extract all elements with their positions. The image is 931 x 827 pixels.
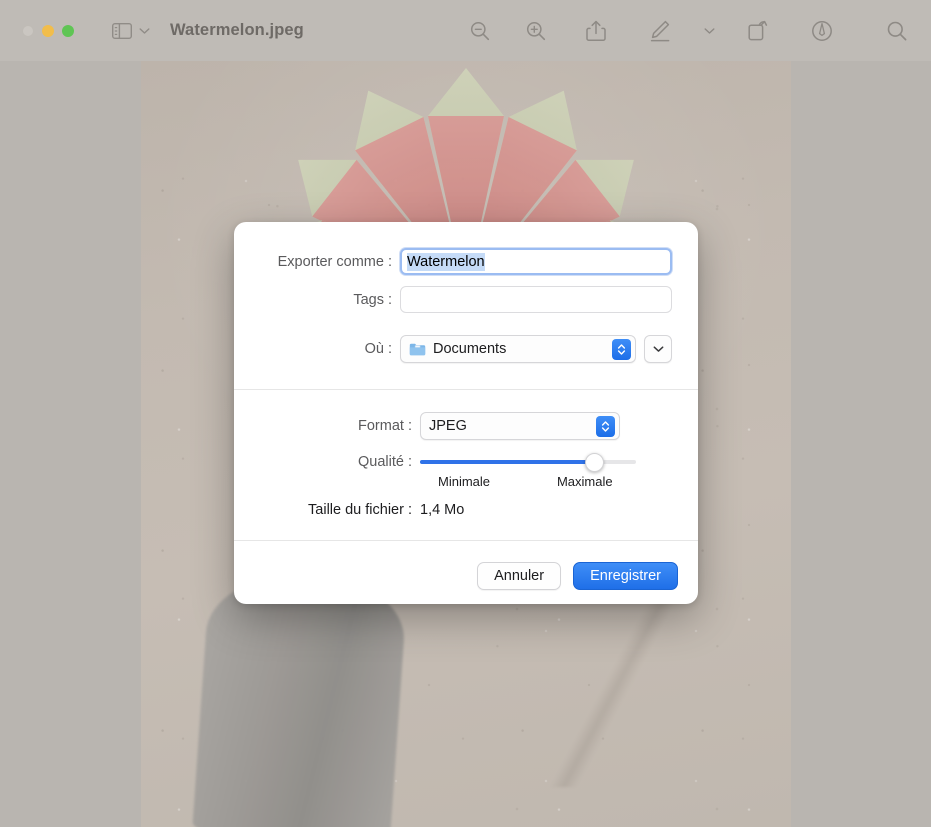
cancel-button[interactable]: Annuler xyxy=(477,562,562,590)
annotate-button[interactable] xyxy=(790,0,854,61)
sidebar-chevron-down-icon[interactable] xyxy=(139,27,150,35)
slider-thumb[interactable] xyxy=(585,452,605,472)
sidebar-toggle-group xyxy=(112,22,150,39)
export-as-value: Watermelon xyxy=(407,252,485,271)
preview-window: Watermelon.jpeg Exporter comme: Waterme… xyxy=(0,0,931,827)
markup-dropdown-button[interactable] xyxy=(692,0,726,61)
markup-button[interactable] xyxy=(628,0,692,61)
export-dialog: Exporter comme : Watermelon Tags : Où : xyxy=(234,222,698,604)
up-down-chevron-icon xyxy=(596,415,615,437)
where-label: Où : xyxy=(364,341,392,357)
chevron-down-icon xyxy=(704,27,715,35)
folder-icon xyxy=(409,342,426,356)
file-size-value: 1,4 Mo xyxy=(420,502,465,518)
quality-scale-labels: Minimale Maximale xyxy=(234,474,698,492)
ground-crack xyxy=(451,587,791,787)
zoom-out-button[interactable] xyxy=(452,0,508,61)
traffic-light-group xyxy=(22,24,74,37)
format-value: JPEG xyxy=(429,418,467,434)
zoom-in-button[interactable] xyxy=(508,0,564,61)
share-icon xyxy=(585,19,607,43)
sidebar-toggle-icon[interactable] xyxy=(112,22,132,39)
quality-min-label: Minimale xyxy=(438,474,491,489)
search-button[interactable] xyxy=(885,0,909,61)
foreground-object xyxy=(192,570,408,827)
window-titlebar: Watermelon.jpeg xyxy=(0,0,931,61)
format-popup-button[interactable]: JPEG xyxy=(420,412,620,440)
minimize-window-button[interactable] xyxy=(42,24,54,37)
format-label: Format : xyxy=(358,418,412,434)
dialog-location-section: Exporter comme : Watermelon Tags : Où : xyxy=(234,248,698,389)
format-row: Format : JPEG xyxy=(234,412,698,440)
zoom-window-button[interactable] xyxy=(62,24,74,37)
markup-pencil-icon xyxy=(647,18,673,44)
document-title: Watermelon.jpeg xyxy=(170,21,304,39)
search-icon xyxy=(885,19,909,43)
quality-slider[interactable] xyxy=(420,452,636,472)
quality-row: Qualité : xyxy=(234,452,698,472)
close-window-button[interactable] xyxy=(22,24,34,37)
slider-fill xyxy=(420,460,595,464)
zoom-out-icon xyxy=(468,19,492,43)
file-size-label: Taille du fichier : xyxy=(308,502,412,518)
toolbar-actions xyxy=(452,0,854,61)
export-as-label: Exporter comme : xyxy=(277,253,392,270)
dialog-format-section: Format : JPEG Qualité : Minimale Maximal… xyxy=(234,390,698,540)
file-size-row: Taille du fichier : 1,4 Mo xyxy=(234,502,698,518)
where-value: Documents xyxy=(433,341,507,357)
rotate-button[interactable] xyxy=(726,0,790,61)
tags-row: Tags : xyxy=(234,286,698,313)
expand-browser-button[interactable] xyxy=(644,335,672,363)
export-as-row: Exporter comme : Watermelon xyxy=(234,248,698,275)
save-button[interactable]: Enregistrer xyxy=(573,562,678,590)
up-down-chevron-icon xyxy=(612,338,631,360)
share-button[interactable] xyxy=(564,0,628,61)
quality-label: Qualité : xyxy=(358,454,412,470)
chevron-down-icon xyxy=(653,340,664,358)
rotate-left-icon xyxy=(745,18,771,44)
quality-max-label: Maximale xyxy=(556,474,613,489)
annotate-circle-icon xyxy=(809,18,835,44)
export-as-input[interactable]: Watermelon xyxy=(400,248,672,275)
where-row: Où : Documents xyxy=(234,335,698,363)
where-popup-button[interactable]: Documents xyxy=(400,335,636,363)
tags-input[interactable] xyxy=(400,286,672,313)
tags-label: Tags : xyxy=(353,291,392,308)
dialog-button-bar: Annuler Enregistrer xyxy=(234,541,698,604)
zoom-in-icon xyxy=(524,19,548,43)
